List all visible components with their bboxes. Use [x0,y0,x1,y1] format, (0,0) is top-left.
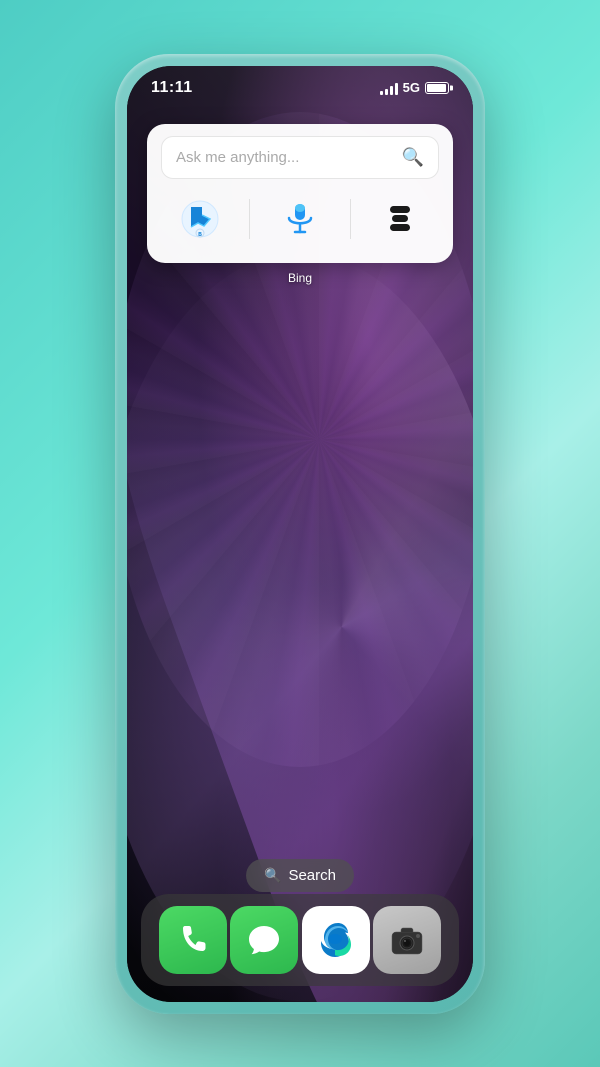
app-icon-messages[interactable] [230,906,298,974]
camera-app-inner [373,906,441,974]
widget-actions: B [161,189,439,249]
edge-app-icon [313,917,359,963]
microphone-icon [281,200,319,238]
search-icon: 🔍 [402,147,424,168]
messages-app-inner [230,906,298,974]
bing-widget: Ask me anything... 🔍 [147,124,453,263]
app-dock [141,894,459,986]
status-time: 11:11 [151,79,193,97]
search-bar[interactable]: Ask me anything... 🔍 [161,136,439,179]
bing-label: Bing [288,271,312,285]
dock-search-button[interactable]: 🔍 Search [246,859,354,892]
signal-bar-3 [390,86,393,95]
bing-button[interactable]: B [172,191,228,247]
svg-text:B: B [198,232,202,238]
profile-icon [381,200,419,238]
dock-search-icon: 🔍 [264,867,281,884]
status-bar: 11:11 5G [127,66,473,110]
phone-app-icon [173,920,213,960]
signal-bar-4 [395,83,398,95]
search-placeholder-text: Ask me anything... [176,149,392,166]
divider-1 [249,199,250,239]
app-icon-camera[interactable] [373,906,441,974]
app-icon-phone[interactable] [159,906,227,974]
phone-app-inner [159,906,227,974]
bing-logo-icon: B [180,199,220,239]
signal-bar-1 [380,91,383,95]
network-type: 5G [403,80,420,95]
phone-frame: 11:11 5G Ask me anything... 🔍 [115,54,485,1014]
app-icon-edge[interactable] [302,906,370,974]
dock-search-label: Search [288,867,336,884]
signal-bar-2 [385,89,388,95]
profile-button[interactable] [372,191,428,247]
phone-screen: 11:11 5G Ask me anything... 🔍 [127,66,473,1002]
battery-icon [425,82,449,94]
signal-bars-icon [380,81,398,95]
microphone-button[interactable] [272,191,328,247]
messages-app-icon [243,919,285,961]
edge-app-inner [302,906,370,974]
battery-fill [427,84,446,92]
divider-2 [350,199,351,239]
camera-app-icon [387,920,427,960]
status-icons: 5G [380,80,449,95]
